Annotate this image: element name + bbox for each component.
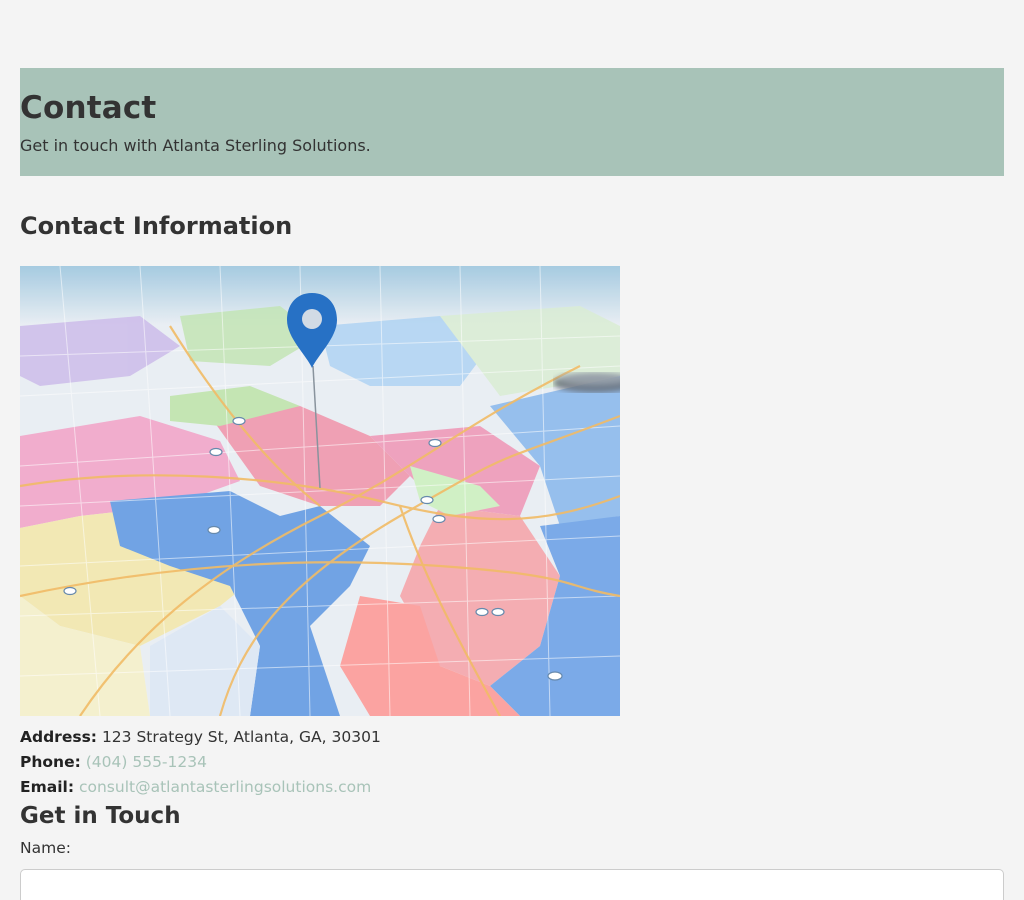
name-label: Name: bbox=[20, 839, 71, 857]
address-label: Address: bbox=[20, 728, 97, 746]
contact-information-heading: Contact Information bbox=[20, 212, 293, 240]
phone-link[interactable]: (404) 555-1234 bbox=[86, 753, 207, 771]
page-title: Contact bbox=[20, 90, 157, 126]
page-hero: Contact Get in touch with Atlanta Sterli… bbox=[20, 68, 1004, 176]
get-in-touch-heading: Get in Touch bbox=[20, 803, 181, 829]
address-value: 123 Strategy St, Atlanta, GA, 30301 bbox=[101, 728, 381, 746]
email-row: Email: consult@atlantasterlingsolutions.… bbox=[20, 775, 381, 800]
phone-row: Phone: (404) 555-1234 bbox=[20, 750, 381, 775]
address-row: Address: 123 Strategy St, Atlanta, GA, 3… bbox=[20, 725, 381, 750]
page-subtitle: Get in touch with Atlanta Sterling Solut… bbox=[20, 136, 371, 155]
name-input[interactable] bbox=[20, 869, 1004, 900]
contact-details: Address: 123 Strategy St, Atlanta, GA, 3… bbox=[20, 725, 381, 800]
location-map-image bbox=[20, 266, 620, 716]
email-label: Email: bbox=[20, 778, 75, 796]
contact-page: Contact Get in touch with Atlanta Sterli… bbox=[0, 0, 1024, 900]
email-link[interactable]: consult@atlantasterlingsolutions.com bbox=[79, 778, 371, 796]
phone-label: Phone: bbox=[20, 753, 81, 771]
